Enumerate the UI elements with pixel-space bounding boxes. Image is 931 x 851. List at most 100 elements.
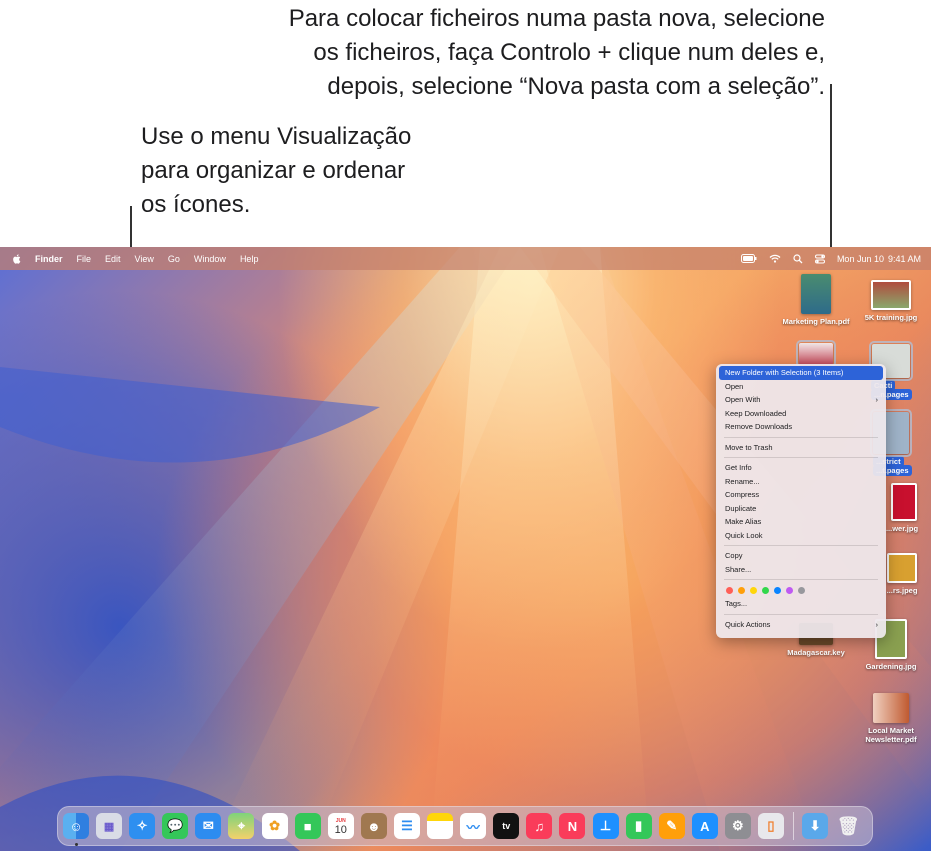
contacts-icon[interactable]: ☻ [360, 813, 387, 839]
callout-leader-left [130, 206, 132, 252]
file-name: ...rs.jpeg [886, 586, 918, 595]
menu-item-keep-downloaded[interactable]: Keep Downloaded [716, 407, 886, 421]
tag-gray[interactable] [798, 586, 805, 594]
file-marketing-plan[interactable]: Marketing Plan.pdf [776, 274, 856, 326]
menu-separator [724, 545, 878, 546]
image-thumbnail-icon [891, 483, 917, 521]
menu-item-label: Open With [725, 395, 761, 404]
file-local-market-newsletter[interactable]: Local Market Newsletter.pdf [851, 693, 931, 744]
calendar-icon[interactable]: JUN 10 [327, 813, 354, 839]
menu-window[interactable]: Window [194, 254, 226, 264]
tag-orange[interactable] [738, 586, 745, 594]
control-center-icon[interactable] [814, 254, 825, 264]
calendar-day: 10 [334, 823, 347, 836]
menu-item-quick-look[interactable]: Quick Look [716, 529, 886, 543]
music-icon[interactable]: ♫ [526, 813, 553, 839]
reminders-icon[interactable]: ☰ [393, 813, 420, 839]
callout-line: para organizar e ordenar [141, 157, 406, 184]
file-name: 5K training.jpg [864, 313, 918, 322]
pdf-thumbnail-icon [873, 693, 909, 723]
finder-icon[interactable]: ☺ [63, 813, 89, 846]
battery-icon[interactable] [740, 254, 757, 263]
menu-item-copy[interactable]: Copy [716, 549, 886, 563]
menu-item-tags[interactable]: Tags... [716, 597, 886, 611]
mail-icon[interactable]: ✉ [195, 813, 222, 839]
tv-label: tv [502, 821, 511, 831]
trash-icon[interactable]: 🗑 [835, 813, 861, 839]
menu-item-quick-actions[interactable]: Quick Actions › [716, 618, 886, 632]
callout-line: os ficheiros, faça Controlo + clique num… [313, 39, 825, 66]
system-settings-icon[interactable]: ⚙ [724, 813, 751, 839]
menu-item-compress[interactable]: Compress [716, 488, 886, 502]
keynote-icon[interactable]: ⊥ [592, 813, 619, 839]
messages-icon[interactable]: 💬 [162, 813, 189, 839]
menu-item-share[interactable]: Share... [716, 563, 886, 577]
photos-icon[interactable]: ✿ [261, 813, 288, 839]
file-name: Marketing Plan.pdf [782, 317, 850, 326]
menu-item-label: Quick Actions [725, 619, 771, 629]
menu-view[interactable]: View [135, 254, 154, 264]
menubar-date[interactable]: Mon Jun 10 [837, 254, 884, 264]
freeform-icon[interactable]: 〰 [460, 813, 487, 839]
menu-item-remove-downloads[interactable]: Remove Downloads [716, 420, 886, 434]
notes-icon[interactable] [427, 813, 454, 839]
callout-line: depois, selecione “Nova pasta com a sele… [327, 73, 825, 100]
image-thumbnail-icon [887, 553, 917, 583]
file-name: Newsletter.pdf [865, 735, 917, 744]
menu-item-get-info[interactable]: Get Info [716, 461, 886, 475]
callout-line: Para colocar ficheiros numa pasta nova, … [288, 5, 825, 32]
menu-separator [724, 436, 878, 438]
menu-item-duplicate[interactable]: Duplicate [716, 502, 886, 516]
menu-edit[interactable]: Edit [105, 254, 121, 264]
status-area: Mon Jun 10 9:41 AM [740, 247, 921, 270]
context-menu: New Folder with Selection (3 Items) Open… [716, 364, 886, 638]
maps-icon[interactable]: ⌖ [228, 813, 255, 839]
tag-green[interactable] [762, 586, 769, 594]
menu-file[interactable]: File [77, 254, 92, 264]
callout-new-folder: Para colocar ficheiros numa pasta nova, … [105, 2, 825, 104]
menu-go[interactable]: Go [168, 254, 180, 264]
facetime-icon[interactable]: ■ [294, 813, 321, 839]
menubar-time[interactable]: 9:41 AM [888, 254, 921, 264]
apple-menu-icon[interactable] [12, 253, 21, 264]
iphone-mirroring-icon[interactable]: ▯ [757, 813, 784, 839]
menu-item-new-folder-with-selection[interactable]: New Folder with Selection (3 Items) [719, 366, 883, 380]
tag-red[interactable] [726, 586, 733, 594]
callout-line: os ícones. [141, 191, 251, 218]
file-name: ...wer.jpg [885, 524, 919, 533]
news-icon[interactable]: N [559, 813, 586, 839]
menu-item-make-alias[interactable]: Make Alias [716, 515, 886, 529]
chevron-right-icon: › [875, 395, 879, 404]
menu-item-open[interactable]: Open [716, 380, 886, 394]
menu-separator [724, 613, 878, 615]
menu-separator [724, 579, 878, 580]
spotlight-search-icon[interactable] [793, 253, 803, 264]
pages-icon[interactable]: ✎ [658, 813, 685, 839]
tag-purple[interactable] [786, 586, 793, 594]
file-name: Local Market [868, 726, 914, 735]
callout-view-menu: Use o menu Visualização para organizar e… [141, 120, 481, 222]
menu-item-move-to-trash[interactable]: Move to Trash [716, 441, 886, 455]
file-name: Madagascar.key [787, 648, 845, 657]
dock-divider [793, 812, 795, 840]
chevron-right-icon: › [875, 619, 879, 629]
menu-bar: Finder File Edit View Go Window Help Mon… [0, 247, 931, 270]
menu-help[interactable]: Help [240, 254, 259, 264]
tag-blue[interactable] [774, 586, 781, 594]
wifi-icon[interactable] [769, 254, 781, 263]
safari-icon[interactable]: ✧ [129, 813, 156, 839]
menu-item-open-with[interactable]: Open With › [716, 393, 886, 407]
file-name: Gardening.jpg [865, 662, 917, 671]
dock: ☺ ▦ ✧ 💬 ✉ ⌖ ✿ ■ JUN 10 ☻ ☰ 〰 tv ♫ N ⊥ ▮ … [57, 806, 873, 846]
file-5k-training[interactable]: 5K training.jpg [851, 280, 931, 322]
numbers-icon[interactable]: ▮ [625, 813, 652, 839]
app-store-icon[interactable]: A [691, 813, 718, 839]
image-thumbnail-icon [796, 340, 836, 368]
menu-finder[interactable]: Finder [35, 254, 63, 264]
downloads-folder-icon[interactable]: ⬇ [802, 813, 829, 839]
menu-item-rename[interactable]: Rename... [716, 475, 886, 489]
launchpad-icon[interactable]: ▦ [96, 813, 123, 839]
tv-icon[interactable]: tv [493, 813, 520, 839]
tag-yellow[interactable] [750, 586, 757, 594]
image-thumbnail-icon [871, 280, 911, 310]
